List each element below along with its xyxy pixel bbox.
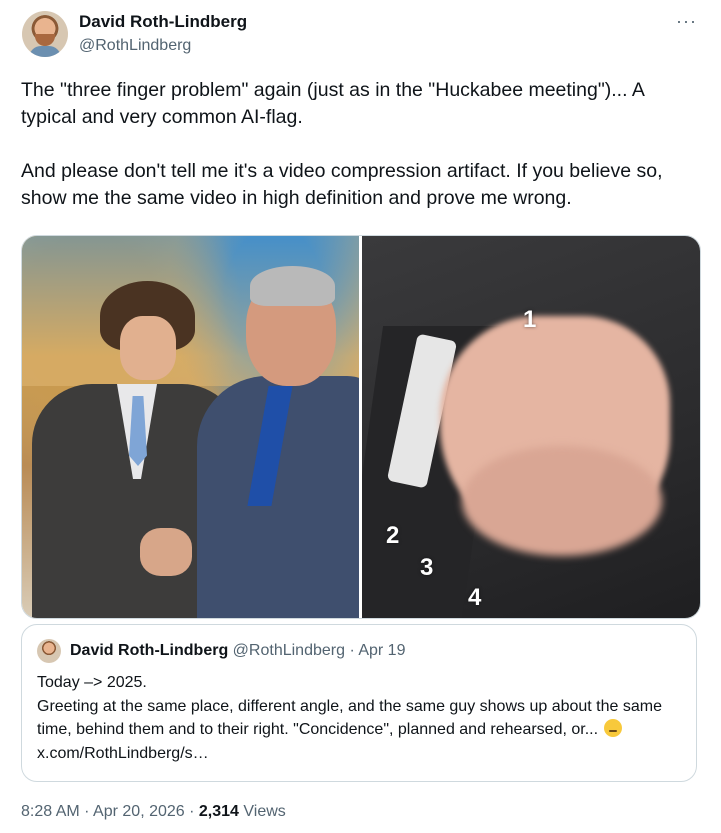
closeup-fingers bbox=[462, 446, 662, 556]
footer-separator-1: · bbox=[84, 803, 90, 820]
quoted-author-handle: @RothLindberg bbox=[232, 642, 345, 659]
quoted-author-name: David Roth-Lindberg bbox=[70, 642, 229, 659]
quoted-date: Apr 19 bbox=[358, 642, 406, 659]
quoted-text: Today –> 2025. Greeting at the same plac… bbox=[37, 671, 687, 765]
finger-label-3: 3 bbox=[420, 554, 434, 581]
views-count: 2,314 bbox=[198, 803, 239, 820]
person-left-face bbox=[120, 316, 176, 380]
author-name[interactable]: David Roth-Lindberg bbox=[79, 12, 247, 32]
post-time[interactable]: 8:28 AM bbox=[21, 803, 80, 820]
photo-handshake-wide[interactable] bbox=[22, 236, 359, 618]
tweet-text: The "three finger problem" again (just a… bbox=[21, 79, 663, 209]
avatar-shirt bbox=[29, 46, 61, 57]
author-avatar[interactable] bbox=[22, 11, 68, 57]
quoted-body: Today –> 2025. Greeting at the same plac… bbox=[37, 674, 662, 738]
quoted-link[interactable]: x.com/RothLindberg/s… bbox=[37, 745, 209, 762]
views-label: Views bbox=[243, 803, 286, 820]
tweet-media[interactable]: 1 2 3 4 bbox=[21, 235, 701, 619]
person-right-hair bbox=[250, 266, 335, 306]
quoted-tweet[interactable]: David Roth-Lindberg @RothLindberg · Apr … bbox=[21, 624, 697, 782]
quoted-header: David Roth-Lindberg @RothLindberg · Apr … bbox=[70, 642, 405, 660]
author-handle[interactable]: @RothLindberg bbox=[79, 37, 191, 55]
footer-separator-2: · bbox=[189, 803, 195, 820]
tweet-footer: 8:28 AM · Apr 20, 2026 · 2,314 Views bbox=[21, 803, 286, 821]
quoted-separator: · bbox=[349, 642, 355, 659]
quoted-author-avatar bbox=[37, 639, 61, 663]
avatar-beard bbox=[35, 34, 55, 46]
finger-label-2: 2 bbox=[386, 522, 400, 549]
finger-label-1: 1 bbox=[523, 306, 537, 333]
thinking-face-icon bbox=[604, 719, 623, 737]
photo-handshake-closeup[interactable]: 1 2 3 4 bbox=[362, 236, 700, 618]
finger-label-4: 4 bbox=[468, 584, 482, 611]
post-date[interactable]: Apr 20, 2026 bbox=[93, 803, 185, 820]
handshake-hands bbox=[140, 528, 192, 576]
more-options-icon[interactable]: ··· bbox=[676, 12, 697, 30]
